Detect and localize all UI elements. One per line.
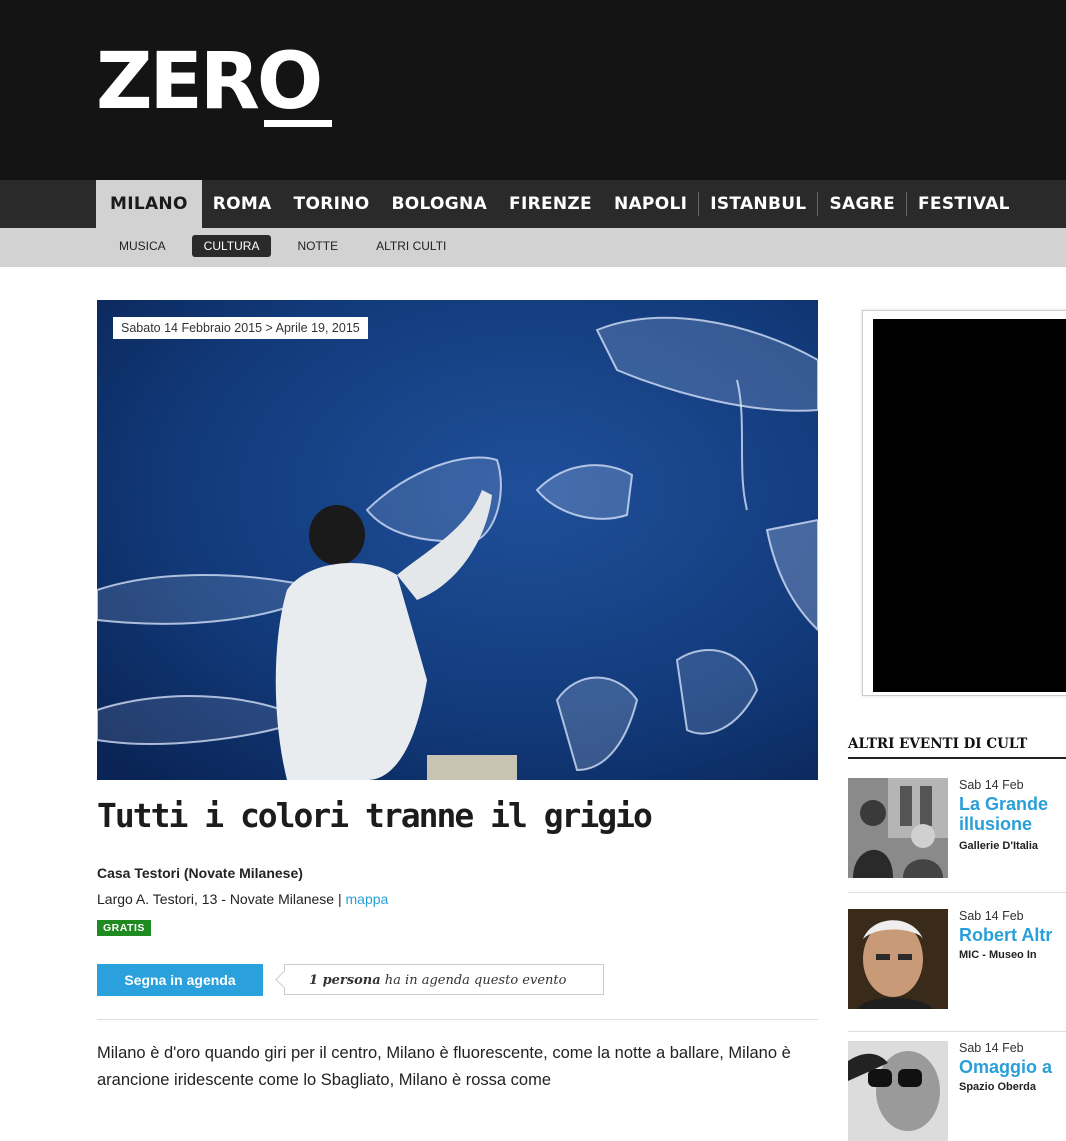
city-tab-roma[interactable]: ROMA: [202, 180, 283, 228]
event-title-link[interactable]: Omaggio a: [959, 1057, 1052, 1077]
event-venue: Gallerie D'Italia: [959, 840, 1039, 852]
event-date-range: Sabato 14 Febbraio 2015 > Aprile 19, 201…: [113, 317, 368, 339]
site-logo[interactable]: ZERO: [96, 37, 332, 127]
price-badge: GRATIS: [97, 920, 151, 936]
category-tab-notte[interactable]: NOTTE: [285, 235, 350, 257]
event-separator: [848, 1031, 1066, 1032]
agenda-count: 1 persona ha in agenda questo evento: [284, 964, 604, 995]
logo-text: ZERO: [96, 37, 323, 127]
category-tab-cultura[interactable]: CULTURA: [191, 235, 272, 257]
city-tab-sagre[interactable]: SAGRE: [818, 180, 906, 228]
content-divider: [97, 1019, 818, 1020]
sidebar-event-item[interactable]: Sab 14 Feb La Grande illusione Gallerie …: [848, 778, 1066, 893]
map-link[interactable]: mappa: [346, 891, 389, 907]
event-title-line: Robert Altr: [959, 925, 1053, 945]
event-date: Sab 14 Feb: [959, 1041, 1024, 1055]
city-tab-istanbul[interactable]: ISTANBUL: [699, 180, 817, 228]
site-header: ZERO: [0, 0, 1066, 180]
city-tab-milano[interactable]: MILANO: [96, 180, 202, 228]
sidebar-event-item[interactable]: Sab 14 Feb Robert Altr MIC - Museo In: [848, 909, 1066, 1032]
agenda-count-text: ha in agenda questo evento: [380, 973, 567, 988]
city-tab-firenze[interactable]: FIRENZE: [498, 180, 603, 228]
category-tab-musica[interactable]: MUSICA: [107, 235, 178, 257]
city-tab-bologna[interactable]: BOLOGNA: [381, 180, 499, 228]
city-tab-napoli[interactable]: NAPOLI: [603, 180, 698, 228]
event-title-line: illusione: [959, 814, 1033, 834]
event-title-line: Omaggio a: [959, 1057, 1053, 1077]
event-date: Sab 14 Feb: [959, 778, 1024, 792]
agenda-count-number: 1 persona: [309, 973, 381, 988]
event-title: Tutti i colori tranne il grigio: [97, 796, 653, 835]
event-venue[interactable]: Casa Testori (Novate Milanese): [97, 865, 303, 881]
add-to-agenda-button[interactable]: Segna in agenda: [97, 964, 263, 996]
event-address: Largo A. Testori, 13 - Novate Milanese |…: [97, 891, 388, 907]
sidebar-event-item[interactable]: Sab 14 Feb Omaggio a Spazio Oberda: [848, 1041, 1066, 1141]
city-tab-festival[interactable]: FESTIVAL: [907, 180, 1021, 228]
logo-underline: [264, 120, 332, 127]
address-text: Largo A. Testori, 13 - Novate Milanese: [97, 891, 335, 907]
sidebar-heading: ALTRI EVENTI DI CULT: [848, 736, 1028, 752]
sidebar-heading-rule: [848, 757, 1066, 759]
event-thumbnail[interactable]: [848, 778, 948, 878]
city-nav: MILANO ROMA TORINO BOLOGNA FIRENZE NAPOL…: [0, 180, 1066, 228]
event-thumbnail[interactable]: [848, 909, 948, 1009]
category-tab-altri-culti[interactable]: ALTRI CULTI: [364, 235, 458, 257]
ad-content: [873, 319, 1066, 692]
event-title-link[interactable]: Robert Altr: [959, 925, 1052, 945]
ad-banner[interactable]: [862, 310, 1066, 696]
event-venue: MIC - Museo In: [959, 949, 1037, 961]
event-description: Milano è d'oro quando giri per il centro…: [97, 1044, 791, 1089]
event-thumbnail[interactable]: [848, 1041, 948, 1141]
city-tab-torino[interactable]: TORINO: [283, 180, 381, 228]
event-venue: Spazio Oberda: [959, 1081, 1037, 1093]
event-hero-image: [97, 300, 818, 780]
event-title-link[interactable]: La Grande illusione: [959, 794, 1048, 834]
address-separator: |: [334, 891, 346, 907]
category-nav: MUSICA CULTURA NOTTE ALTRI CULTI: [0, 228, 1066, 267]
event-separator: [848, 892, 1066, 893]
event-title-line: La Grande: [959, 794, 1049, 814]
event-date: Sab 14 Feb: [959, 909, 1024, 923]
